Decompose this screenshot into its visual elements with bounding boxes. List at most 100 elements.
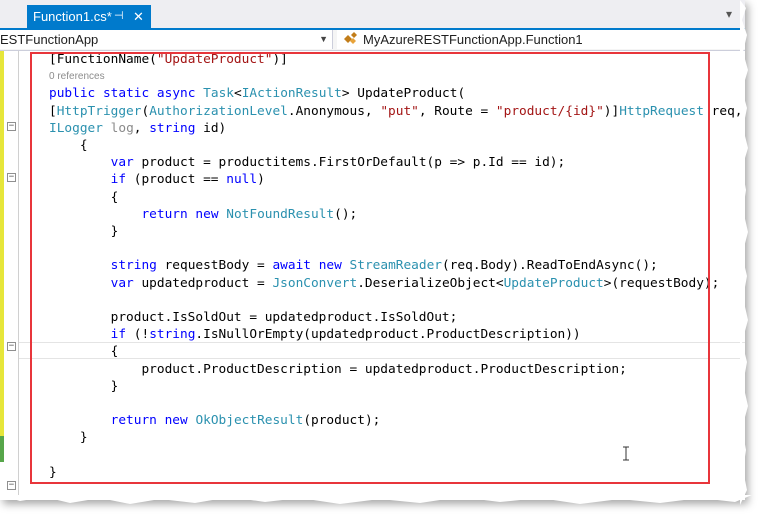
class-dropdown-label: MyAzureRESTFunctionApp.Function1 (363, 32, 583, 47)
code-token: string (149, 120, 196, 136)
code-line[interactable]: } (49, 223, 119, 240)
code-token: id) (195, 120, 227, 136)
torn-edge-bottom (0, 495, 752, 504)
project-dropdown[interactable]: ESTFunctionApp ▼ (0, 30, 333, 49)
code-line[interactable]: [HttpTrigger(AuthorizationLevel.Anonymou… (49, 103, 742, 120)
code-token: IActionResult (241, 86, 342, 102)
code-line[interactable]: if (!string.IsNullOrEmpty(updatedproduct… (49, 326, 581, 343)
code-line[interactable]: { (49, 189, 119, 206)
code-line[interactable]: { (49, 137, 88, 154)
code-line[interactable]: string requestBody = await new StreamRea… (49, 257, 658, 274)
code-token: ) (257, 172, 265, 188)
code-token: (! (126, 327, 150, 343)
codelens-references[interactable]: 0 references (49, 68, 105, 85)
code-line[interactable]: } (49, 464, 57, 481)
code-line[interactable]: return new NotFoundResult(); (49, 206, 357, 223)
collapse-method-icon[interactable]: − (7, 122, 16, 131)
code-token: } (49, 430, 88, 446)
editor-window: Function1.cs* ⊣ ✕ ▾ ESTFunctionApp ▼ MyA… (0, 0, 745, 500)
collapse-if-icon[interactable]: − (7, 173, 16, 182)
code-token: log (110, 120, 134, 136)
code-line[interactable]: } (49, 378, 119, 395)
code-token: null (226, 172, 258, 188)
code-token: .DeserializeObject< (357, 275, 504, 291)
code-line[interactable]: [FunctionName("UpdateProduct")] (49, 51, 288, 68)
torn-edge-right (740, 0, 748, 505)
class-dropdown[interactable]: MyAzureRESTFunctionApp.Function1 (337, 30, 745, 49)
code-line[interactable]: { (49, 343, 119, 360)
code-line[interactable]: } (49, 429, 88, 446)
code-token: string (149, 327, 196, 343)
text-cursor-icon (623, 446, 629, 461)
collapse-class-icon[interactable]: − (7, 481, 16, 490)
tab-function1-cs[interactable]: Function1.cs* ⊣ ✕ (27, 5, 151, 28)
code-text[interactable]: 0 references [FunctionName("UpdateProduc… (49, 51, 742, 480)
code-token: req, (703, 103, 743, 119)
code-line[interactable]: ILogger log, string id) (49, 120, 226, 137)
code-token: requestBody = (156, 258, 273, 274)
code-token: Task (203, 86, 234, 102)
change-tracking-bar (0, 51, 4, 461)
code-line[interactable]: return new OkObjectResult(product); (49, 412, 381, 429)
code-token: async (156, 86, 196, 102)
code-token: , Route = (418, 103, 496, 119)
current-line-highlight (19, 342, 745, 359)
pin-icon[interactable]: ⊣ (114, 5, 124, 28)
code-token: public (49, 86, 96, 102)
code-token: )] (272, 52, 288, 67)
code-token: (req.Body).ReadToEndAsync(); (442, 258, 658, 274)
code-token: (product == (126, 172, 227, 188)
code-token: new (318, 258, 342, 274)
code-token: return (110, 413, 157, 429)
code-line[interactable]: if (product == null) (49, 171, 265, 188)
project-dropdown-label: ESTFunctionApp (0, 32, 99, 47)
code-token: "put" (380, 103, 419, 119)
document-tab-strip: Function1.cs* ⊣ ✕ ▾ (0, 0, 745, 30)
code-token: if (110, 327, 127, 343)
code-line[interactable]: var updatedproduct = JsonConvert.Deseria… (49, 275, 720, 292)
code-token: "product/{id}" (495, 103, 604, 119)
code-token: { (49, 189, 119, 205)
code-token: "UpdateProduct" (156, 52, 273, 67)
code-token: UpdateProduct (503, 275, 604, 291)
code-token: HttpTrigger (56, 103, 142, 119)
code-token: { (49, 344, 119, 360)
code-token: updatedproduct = (133, 275, 273, 291)
code-token: new (164, 413, 188, 429)
code-token: .Anonymous, (287, 103, 381, 119)
code-token: string (110, 258, 157, 274)
close-icon[interactable]: ✕ (133, 5, 144, 28)
code-line[interactable]: product.IsSoldOut = updatedproduct.IsSol… (49, 309, 458, 326)
code-token: < (233, 86, 242, 102)
code-token: (); (334, 206, 358, 222)
code-token: return (141, 206, 188, 222)
code-token: AuthorizationLevel (149, 103, 288, 119)
code-line[interactable]: public static async Task<IActionResult> … (49, 85, 465, 102)
tab-title: Function1.cs* (33, 9, 112, 24)
tab-overflow-icon[interactable]: ▾ (721, 6, 737, 22)
code-token: > UpdateProduct( (341, 86, 466, 102)
chevron-down-icon: ▼ (319, 34, 328, 44)
collapse-if-icon[interactable]: − (7, 342, 16, 351)
code-token: } (49, 378, 119, 394)
code-token: .IsNullOrEmpty(updatedproduct.ProductDes… (195, 327, 581, 343)
code-editor[interactable]: − − − − 0 references [FunctionName("Upda… (0, 51, 745, 500)
code-token: >(requestBody); (603, 275, 720, 291)
code-token: (product); (303, 413, 381, 429)
code-token: StreamReader (349, 258, 442, 274)
code-token: HttpRequest (619, 103, 704, 119)
code-token: [ (49, 103, 57, 119)
code-token: var (110, 275, 134, 291)
code-line[interactable]: product.ProductDescription = updatedprod… (49, 361, 626, 378)
saved-change-bar (0, 436, 4, 462)
code-token: } (49, 224, 119, 239)
code-line[interactable]: var product = productitems.FirstOrDefaul… (49, 154, 566, 171)
